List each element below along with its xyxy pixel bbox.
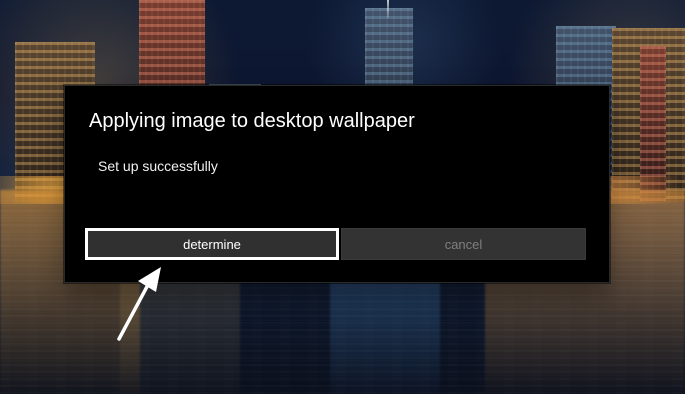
success-message: Set up successfully: [98, 158, 218, 174]
desktop-screen: Applying image to desktop wallpaper Set …: [0, 0, 685, 394]
center-spire: [387, 0, 389, 18]
cancel-button-label: cancel: [444, 236, 483, 252]
cancel-button[interactable]: cancel: [341, 228, 586, 260]
determine-button-label: determine: [183, 236, 241, 252]
wallpaper-dialog: Applying image to desktop wallpaper Set …: [64, 85, 610, 283]
arrow-pointer-icon: [117, 267, 161, 341]
determine-button[interactable]: determine: [85, 228, 339, 260]
dialog-title: Applying image to desktop wallpaper: [89, 110, 415, 132]
